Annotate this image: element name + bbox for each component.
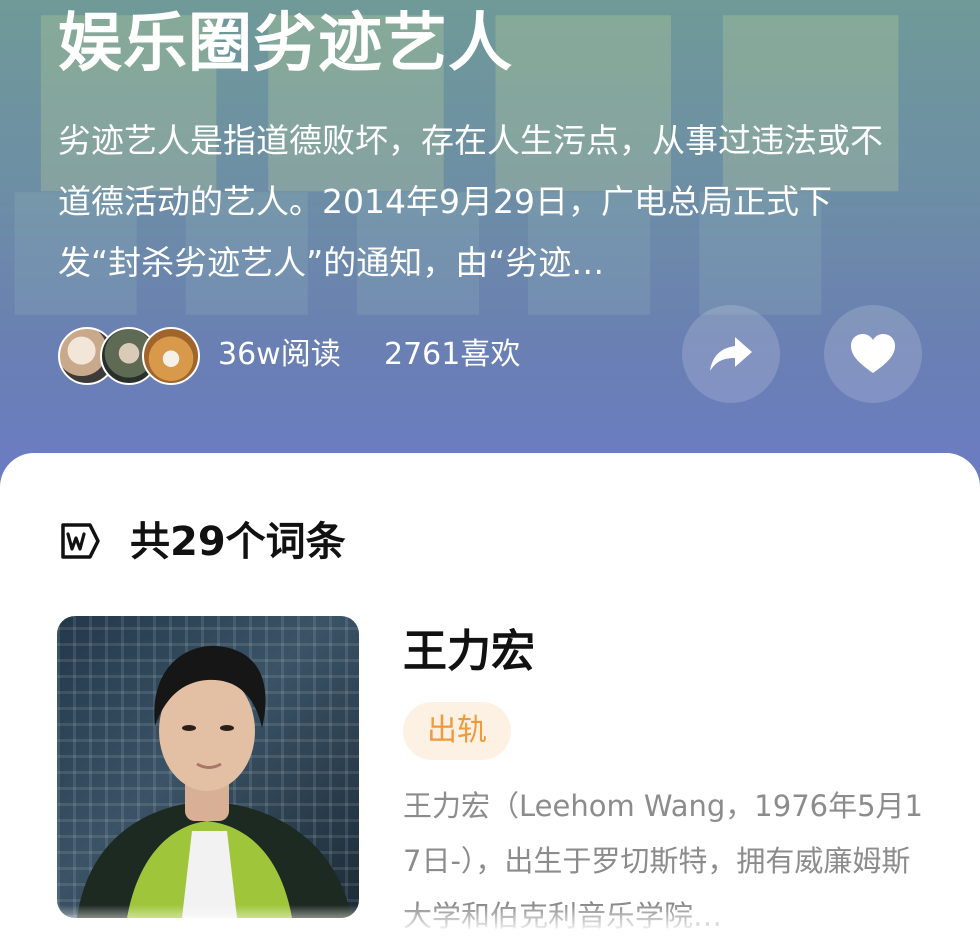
topic-title: 娱乐圈劣迹艺人 [58,7,513,81]
entry-count-title: 共29个词条 [130,519,346,565]
reader-avatars[interactable] [58,327,200,385]
share-button[interactable] [682,305,780,403]
topic-hero: ■■■■ ■■■■■ 娱乐圈劣迹艺人 劣迹艺人是指道德败坏，存在人生污点，从事过… [0,0,980,500]
section-header: 共29个词条 [58,515,658,569]
like-button[interactable] [824,305,922,403]
heart-icon [851,334,895,373]
person-portrait-image [77,645,352,918]
entries-card: 共29个词条 王力宏 出轨 王力宏（Leehom Wang，1976年5月17日… [0,453,980,933]
share-arrow-icon [710,337,752,371]
wiki-icon [61,523,100,559]
likes-count: 2761喜欢 [384,337,521,372]
bottom-fade [0,905,980,929]
avatar [142,327,200,385]
topic-meta-row: 36w阅读 2761喜欢 [58,305,938,403]
views-count: 36w阅读 [218,337,341,372]
entry-name[interactable]: 王力宏 [403,624,535,680]
topic-description[interactable]: 劣迹艺人是指道德败坏，存在人生污点，从事过违法或不道德活动的艺人。2014年9月… [58,110,908,293]
entry-photo[interactable] [57,616,359,918]
entry-tag[interactable]: 出轨 [403,702,511,760]
list-item[interactable]: 王力宏 出轨 王力宏（Leehom Wang，1976年5月17日-），出生于罗… [57,616,937,936]
